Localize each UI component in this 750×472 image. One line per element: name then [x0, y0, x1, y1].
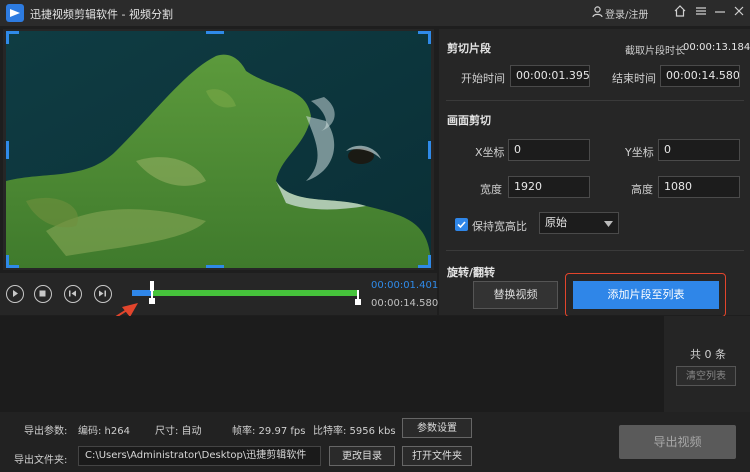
- keep-ratio-checkbox[interactable]: [455, 218, 468, 231]
- clip-section-title: 剪切片段: [447, 42, 491, 55]
- chevron-down-icon: [604, 221, 613, 227]
- export-video-button[interactable]: 导出视频: [619, 425, 736, 459]
- change-folder-button[interactable]: 更改目录: [329, 446, 395, 466]
- home-icon[interactable]: [673, 4, 689, 22]
- export-folder-label: 导出文件夹:: [14, 455, 68, 466]
- user-icon[interactable]: [592, 6, 603, 21]
- crop-section-title: 画面剪切: [447, 114, 491, 127]
- ratio-select[interactable]: 原始: [539, 212, 619, 234]
- start-time-label: 开始时间: [461, 72, 505, 85]
- fps-info: 帧率: 29.97 fps: [232, 426, 306, 437]
- clip-duration-value: 00:00:13.184: [683, 42, 750, 53]
- codec-info: 编码: h264: [78, 426, 130, 437]
- export-folder-path[interactable]: C:\Users\Administrator\Desktop\迅捷剪辑软件: [78, 446, 321, 466]
- menu-icon[interactable]: [694, 4, 710, 22]
- current-time: 00:00:01.401: [371, 280, 439, 291]
- y-coordinate-label: Y坐标: [625, 146, 654, 159]
- divider: [446, 100, 744, 101]
- minimize-icon[interactable]: [713, 4, 729, 22]
- rotate-section-title: 旋转/翻转: [447, 266, 496, 279]
- app-logo-icon: [6, 4, 24, 22]
- keep-ratio-label: 保持宽高比: [472, 220, 527, 233]
- add-clip-button[interactable]: 添加片段至列表: [573, 281, 719, 309]
- timeline-track[interactable]: [132, 290, 358, 296]
- end-time-input[interactable]: 00:00:14.580: [660, 65, 740, 87]
- width-label: 宽度: [480, 183, 502, 196]
- x-coordinate-input[interactable]: 0: [508, 139, 590, 161]
- height-label: 高度: [631, 183, 653, 196]
- close-icon[interactable]: [732, 4, 748, 22]
- video-frame: [6, 31, 431, 268]
- start-time-input[interactable]: 00:00:01.395: [510, 65, 590, 87]
- start-handle[interactable]: [148, 281, 156, 305]
- width-input[interactable]: 1920: [508, 176, 590, 198]
- play-icon[interactable]: [6, 285, 24, 303]
- total-time: 00:00:14.580: [371, 298, 439, 309]
- timeline-selected-range: [152, 290, 358, 296]
- ratio-select-value: 原始: [545, 216, 567, 229]
- clip-count: 共 0 条: [690, 348, 726, 361]
- param-settings-button[interactable]: 参数设置: [402, 418, 472, 438]
- height-input[interactable]: 1080: [658, 176, 740, 198]
- size-info: 尺寸: 自动: [155, 426, 202, 437]
- end-time-label: 结束时间: [612, 72, 656, 85]
- divider: [446, 250, 744, 251]
- replace-video-button[interactable]: 替换视频: [473, 281, 558, 309]
- window-title: 迅捷视频剪辑软件 - 视频分割: [30, 8, 173, 21]
- clip-duration-label: 截取片段时长: [625, 46, 685, 57]
- clear-list-button[interactable]: 清空列表: [676, 366, 736, 386]
- y-coordinate-input[interactable]: 0: [658, 139, 740, 161]
- clip-list: [0, 316, 750, 412]
- end-handle[interactable]: [354, 290, 362, 306]
- bitrate-info: 比特率: 5956 kbs: [313, 426, 396, 437]
- x-coordinate-label: X坐标: [475, 146, 505, 159]
- list-sidebar: [664, 316, 750, 412]
- login-link[interactable]: 登录/注册: [605, 6, 648, 21]
- export-params-label: 导出参数:: [24, 426, 68, 437]
- open-folder-button[interactable]: 打开文件夹: [402, 446, 472, 466]
